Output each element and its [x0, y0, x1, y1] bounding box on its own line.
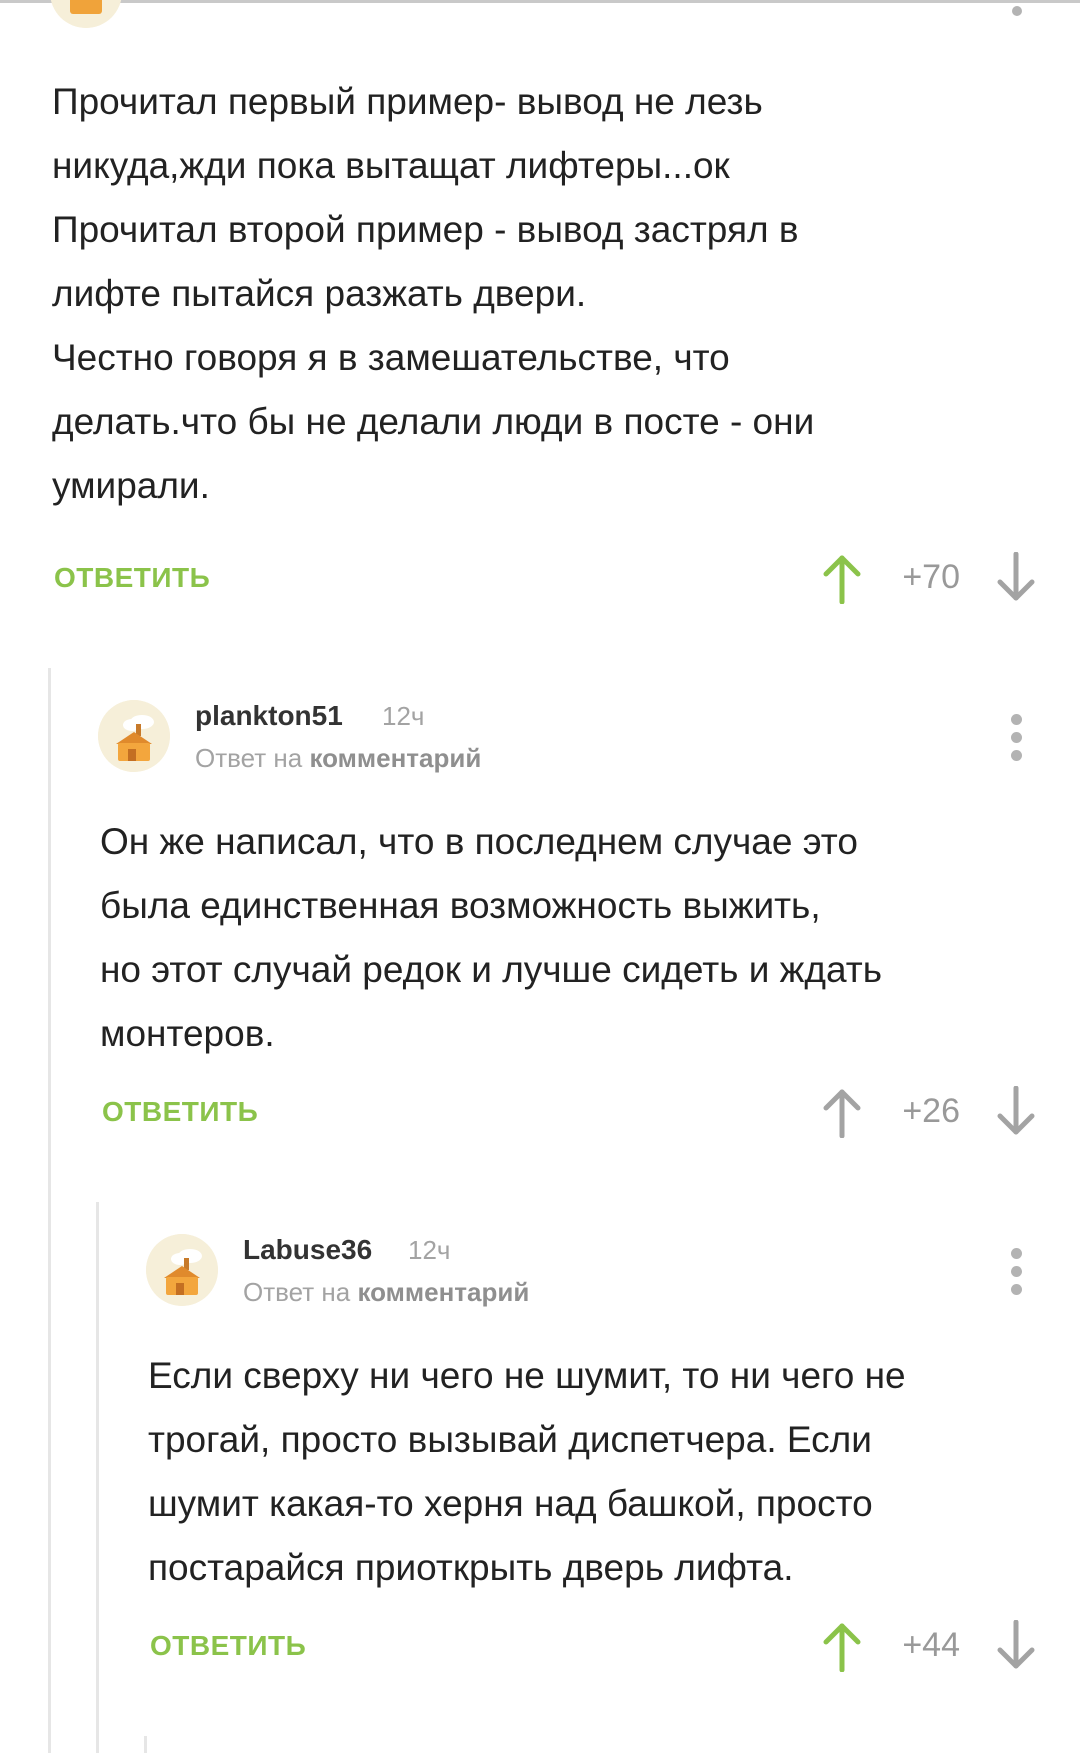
reply-prefix: Ответ на [195, 743, 303, 773]
timestamp: 12ч [382, 701, 425, 731]
comment-text: Прочитал первый пример- вывод не лезь ни… [52, 70, 1032, 518]
reply-button[interactable]: ОТВЕТИТЬ [54, 562, 210, 594]
more-vertical-icon[interactable] [1011, 1248, 1023, 1296]
reply-target-link[interactable]: комментарий [309, 743, 481, 773]
score: +26 [902, 1092, 960, 1130]
comment-line: лифте пытайся разжать двери. [52, 273, 587, 314]
score: +44 [902, 1626, 960, 1664]
avatar[interactable] [146, 1234, 218, 1306]
comment-line: но этот случай редок и лучше сидеть и жд… [100, 949, 882, 990]
default-avatar-icon [50, 0, 122, 28]
thread-line [96, 1202, 99, 1753]
timestamp: 12ч [408, 1235, 451, 1265]
default-avatar-icon [146, 1234, 218, 1306]
reply-target-link[interactable]: комментарий [357, 1277, 529, 1307]
reply-meta: Ответ на комментарий [195, 743, 481, 774]
comment-line: Если сверху ни чего не шумит, то ни чего… [148, 1355, 906, 1396]
comment-line: Прочитал первый пример- вывод не лезь [52, 81, 763, 122]
comment-line: делать.что бы не делали люди в посте - о… [52, 401, 815, 442]
score: +70 [902, 558, 960, 596]
comment-line: была единственная возможность выжить, [100, 885, 821, 926]
top-divider [0, 0, 1080, 3]
more-vertical-icon[interactable] [1011, 714, 1023, 762]
more-vertical-icon[interactable] [1012, 6, 1022, 16]
comment-line: Честно говоря я в замешательстве, что [52, 337, 730, 378]
thread-line [48, 668, 51, 1753]
username[interactable]: Labuse36 [243, 1234, 372, 1266]
arrow-down-icon[interactable] [996, 552, 1036, 604]
arrow-up-icon[interactable] [822, 1620, 862, 1672]
avatar[interactable] [98, 700, 170, 772]
arrow-up-icon[interactable] [822, 1086, 862, 1138]
comment-line: никуда,жди пока вытащат лифтеры...ок [52, 145, 730, 186]
arrow-down-icon[interactable] [996, 1620, 1036, 1672]
avatar-clipped[interactable] [50, 0, 122, 28]
reply-button[interactable]: ОТВЕТИТЬ [102, 1096, 258, 1128]
reply-meta: Ответ на комментарий [243, 1277, 529, 1308]
reply-button[interactable]: ОТВЕТИТЬ [150, 1630, 306, 1662]
comment-line: постарайся приоткрыть дверь лифта. [148, 1547, 794, 1588]
thread-line [144, 1736, 147, 1753]
default-avatar-icon [98, 700, 170, 772]
comment-line: монтеров. [100, 1013, 275, 1054]
comment-line: Прочитал второй пример - вывод застрял в [52, 209, 799, 250]
comment-line: умирали. [52, 465, 210, 506]
comment-text: Если сверху ни чего не шумит, то ни чего… [148, 1344, 1048, 1600]
comment-line: шумит какая-то херня над башкой, просто [148, 1483, 873, 1524]
reply-prefix: Ответ на [243, 1277, 351, 1307]
arrow-up-icon[interactable] [822, 552, 862, 604]
comment-line: Он же написал, что в последнем случае эт… [100, 821, 858, 862]
arrow-down-icon[interactable] [996, 1086, 1036, 1138]
comment-text: Он же написал, что в последнем случае эт… [100, 810, 1040, 1066]
username[interactable]: plankton51 [195, 700, 343, 732]
comment-line: трогай, просто вызывай диспетчера. Если [148, 1419, 872, 1460]
